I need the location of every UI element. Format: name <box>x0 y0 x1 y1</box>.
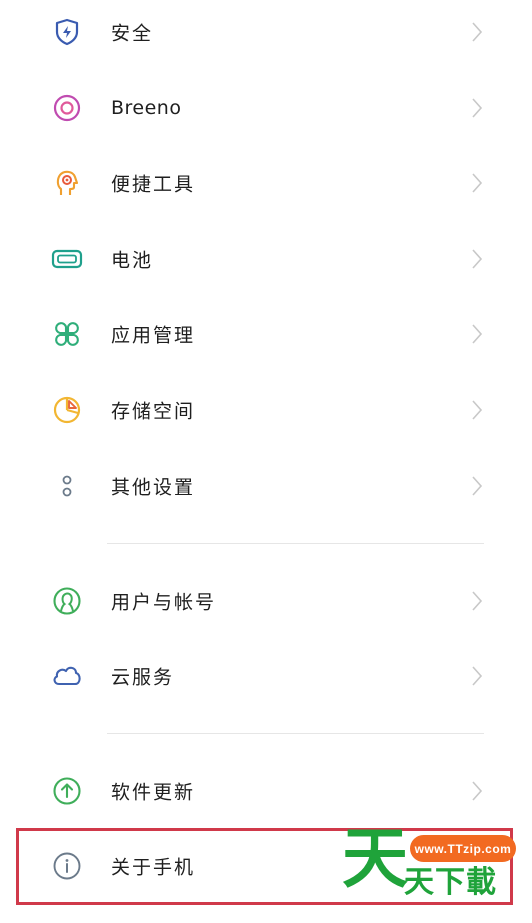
chevron-right-icon <box>472 22 483 42</box>
chevron-right-icon <box>472 476 483 496</box>
chevron-right-icon <box>472 324 483 344</box>
update-arrow-icon <box>50 774 84 808</box>
settings-item-label: 应用管理 <box>111 324 196 347</box>
settings-item-other[interactable]: 其他设置 <box>0 448 532 524</box>
settings-item-battery[interactable]: 电池 <box>0 221 532 297</box>
settings-item-cloud[interactable]: 云服务 <box>0 638 532 714</box>
settings-item-label: 便捷工具 <box>111 173 196 196</box>
chevron-right-icon <box>472 98 483 118</box>
pie-chart-icon <box>50 393 84 427</box>
more-dots-icon <box>50 469 84 503</box>
watermark-big-char: 天 <box>342 820 408 897</box>
settings-item-storage[interactable]: 存储空间 <box>0 372 532 448</box>
settings-item-security[interactable]: 安全 <box>0 0 532 70</box>
settings-item-label: 存储空间 <box>111 400 196 423</box>
chevron-right-icon <box>472 591 483 611</box>
settings-item-label: 电池 <box>111 249 154 272</box>
battery-icon <box>50 242 84 276</box>
head-gear-icon <box>50 166 84 200</box>
section-divider <box>107 543 484 544</box>
section-divider <box>107 733 484 734</box>
watermark-text: 天下載 <box>404 865 497 900</box>
chevron-right-icon <box>472 173 483 193</box>
chevron-right-icon <box>472 249 483 269</box>
cloud-icon <box>50 659 84 693</box>
chevron-right-icon <box>472 666 483 686</box>
user-icon <box>50 584 84 618</box>
settings-item-label: Breeno <box>111 97 182 119</box>
watermark-url: www.TTzip.com <box>410 835 516 862</box>
settings-item-tools[interactable]: 便捷工具 <box>0 145 532 221</box>
settings-item-label: 用户与帐号 <box>111 591 217 614</box>
settings-item-label: 软件更新 <box>111 781 196 804</box>
shield-icon <box>50 15 84 49</box>
watermark-logo: 天 www.TTzip.com 天下載 <box>340 826 520 906</box>
settings-item-users-accounts[interactable]: 用户与帐号 <box>0 563 532 639</box>
settings-item-software-update[interactable]: 软件更新 <box>0 753 532 829</box>
chevron-right-icon <box>472 400 483 420</box>
apps-grid-icon <box>50 317 84 351</box>
settings-item-app-management[interactable]: 应用管理 <box>0 296 532 372</box>
breeno-icon <box>50 91 84 125</box>
chevron-right-icon <box>472 781 483 801</box>
settings-item-breeno[interactable]: Breeno <box>0 70 532 146</box>
settings-item-label: 安全 <box>111 22 154 45</box>
settings-item-label: 其他设置 <box>111 476 196 499</box>
settings-item-label: 云服务 <box>111 666 175 689</box>
